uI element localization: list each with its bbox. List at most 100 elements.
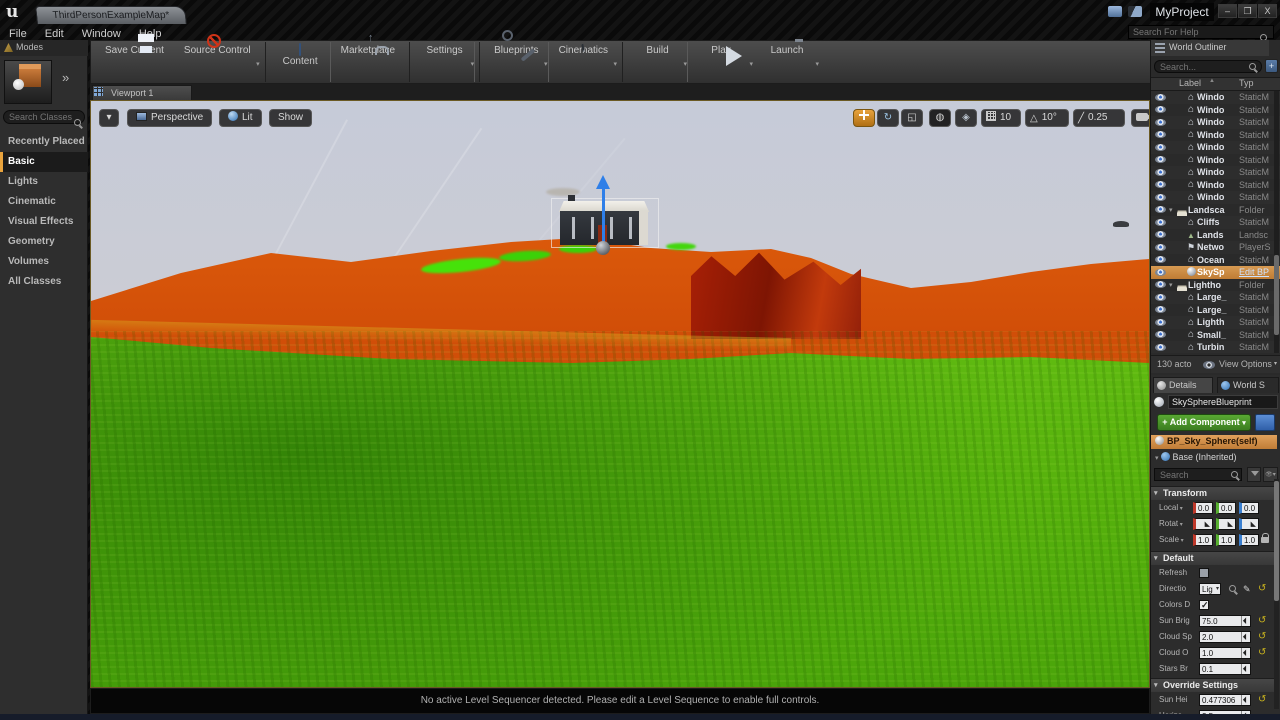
layout-icon[interactable] [1128,6,1142,17]
outliner-row[interactable]: Landsca Folder [1151,204,1280,217]
number-field[interactable]: 75.0 [1199,615,1251,627]
visibility-eye-icon[interactable] [1155,244,1166,251]
number-field[interactable]: 2.0 [1199,631,1251,643]
gizmo-origin-sphere[interactable] [596,241,610,255]
help-search-input[interactable] [1128,25,1274,39]
chevron-down-icon[interactable]: ▾ [750,60,754,68]
rotation-label[interactable]: Rotat [1159,517,1183,532]
number-field[interactable]: 0.477306 [1199,694,1251,706]
chevron-down-icon[interactable]: ▾ [256,60,260,68]
visibility-eye-icon[interactable] [1155,219,1166,226]
grid-snap-button[interactable]: 10 [981,109,1021,127]
actor-name-field[interactable]: SkySphereBlueprint [1168,395,1278,409]
view-options-button[interactable]: View Options [1219,356,1272,373]
visibility-eye-icon[interactable] [1155,306,1166,313]
toolbar-button[interactable]: Launch ▾ [754,42,820,82]
reset-to-default-icon[interactable]: ↺ [1258,613,1266,628]
lit-mode-button[interactable]: Lit [219,109,262,127]
rotation-x-dial[interactable] [1193,518,1213,530]
checkbox[interactable] [1199,568,1209,578]
outliner-row[interactable]: Large_ StaticM [1151,304,1280,317]
toolbar-button[interactable]: Play ▾ [688,42,754,82]
outliner-row[interactable]: Small_ StaticM [1151,329,1280,342]
outliner-add-filter-button[interactable]: + [1265,59,1278,73]
outliner-row[interactable]: Netwo PlayerS [1151,241,1280,254]
perspective-button[interactable]: Perspective [127,109,212,127]
visibility-eye-icon[interactable] [1155,131,1166,138]
rotation-snap-button[interactable]: △10° [1025,109,1069,127]
scale-snap-button[interactable]: ╱0.25 [1073,109,1125,127]
visibility-eye-icon[interactable] [1155,194,1166,201]
outliner-row[interactable]: Windo StaticM [1151,191,1280,204]
search-classes-input[interactable] [3,110,85,124]
visibility-eye-icon[interactable] [1155,181,1166,188]
outliner-row[interactable]: Large_ StaticM [1151,291,1280,304]
outliner-row[interactable]: Cliffs StaticM [1151,216,1280,229]
reset-to-default-icon[interactable]: ↺ [1258,581,1266,596]
outliner-row[interactable]: Windo StaticM [1151,104,1280,117]
toolbar-button[interactable]: Marketplace ▾ [331,42,405,82]
type-column-header[interactable]: Typ [1239,78,1254,88]
edit-blueprint-button[interactable] [1255,414,1275,431]
location-x-field[interactable]: 0.0 [1193,502,1213,514]
spinner[interactable] [1241,695,1250,705]
scale-label[interactable]: Scale [1159,533,1184,548]
toolbar-button[interactable]: Settings ▾ [409,42,475,82]
chevron-down-icon[interactable]: ▾ [544,60,548,68]
place-mode-thumbnail[interactable] [4,60,52,104]
viewport-tab[interactable]: Viewport 1 [92,85,192,100]
chevron-down-icon[interactable]: ▾ [614,60,618,68]
chevron-down-icon[interactable]: ▾ [816,60,820,68]
camera-speed-button[interactable]: 5 [1131,109,1150,127]
modes-category[interactable]: Visual Effects [0,212,88,232]
expander-icon[interactable] [1169,281,1176,289]
level-tab[interactable]: ThirdPersonExampleMap* [35,6,187,24]
visibility-eye-icon[interactable] [1155,106,1166,113]
outliner-row[interactable]: Windo StaticM [1151,116,1280,129]
modes-category[interactable]: Cinematic [0,192,88,212]
close-button[interactable]: X [1258,4,1277,18]
outliner-row[interactable]: Windo StaticM [1151,141,1280,154]
show-button[interactable]: Show [269,109,312,127]
label-column-header[interactable]: Label [1179,78,1201,88]
details-scrollbar-thumb[interactable] [1274,481,1279,601]
viewport-options-button[interactable]: ▾ [99,109,119,127]
outliner-row[interactable]: Lightho Folder [1151,279,1280,292]
reset-to-default-icon[interactable]: ↺ [1258,645,1266,660]
outliner-row[interactable]: Turbin StaticM [1151,341,1280,353]
location-z-field[interactable]: 0.0 [1239,502,1259,514]
chevron-down-icon[interactable]: ▾ [471,60,475,68]
outliner-row[interactable]: Windo StaticM [1151,154,1280,167]
rotate-tool-button[interactable]: ↻ [877,109,899,127]
spinner[interactable] [1241,664,1250,674]
browse-icon[interactable] [1229,585,1236,592]
visibility-eye-icon[interactable] [1155,169,1166,176]
expander-icon[interactable]: ▾ [1155,455,1159,462]
toolbar-button[interactable]: Cinematics ▾ [549,42,618,82]
number-field[interactable]: 3.5 [1199,710,1251,714]
spinner[interactable] [1241,616,1250,626]
outliner-row[interactable]: Windo StaticM [1151,179,1280,192]
location-y-field[interactable]: 0.0 [1216,502,1236,514]
world-outliner-tab[interactable]: World Outliner [1151,40,1269,56]
visibility-eye-icon[interactable] [1155,119,1166,126]
modes-category[interactable]: Geometry [0,232,88,252]
toolbar-button[interactable]: Source Control ▾ [174,42,261,82]
tab-world-settings[interactable]: World S [1217,377,1279,393]
property-filter-button[interactable] [1247,467,1261,482]
scale-x-field[interactable]: 1.0 [1193,534,1213,546]
outliner-scrollbar-thumb[interactable] [1274,255,1279,335]
move-tool-button[interactable] [853,109,875,127]
spinner[interactable] [1241,711,1250,714]
visibility-eye-icon[interactable] [1155,94,1166,101]
expander-icon[interactable] [1169,206,1176,214]
reset-to-default-icon[interactable]: ↺ [1258,692,1266,707]
outliner-row[interactable]: Windo StaticM [1151,166,1280,179]
feedback-icon[interactable] [1108,6,1122,17]
location-label[interactable]: Local [1159,501,1183,516]
modes-category[interactable]: Lights [0,172,88,192]
restore-button[interactable]: ❐ [1238,4,1257,18]
visibility-eye-icon[interactable] [1155,144,1166,151]
spinner[interactable] [1241,648,1250,658]
modes-category[interactable]: Recently Placed [0,132,88,152]
